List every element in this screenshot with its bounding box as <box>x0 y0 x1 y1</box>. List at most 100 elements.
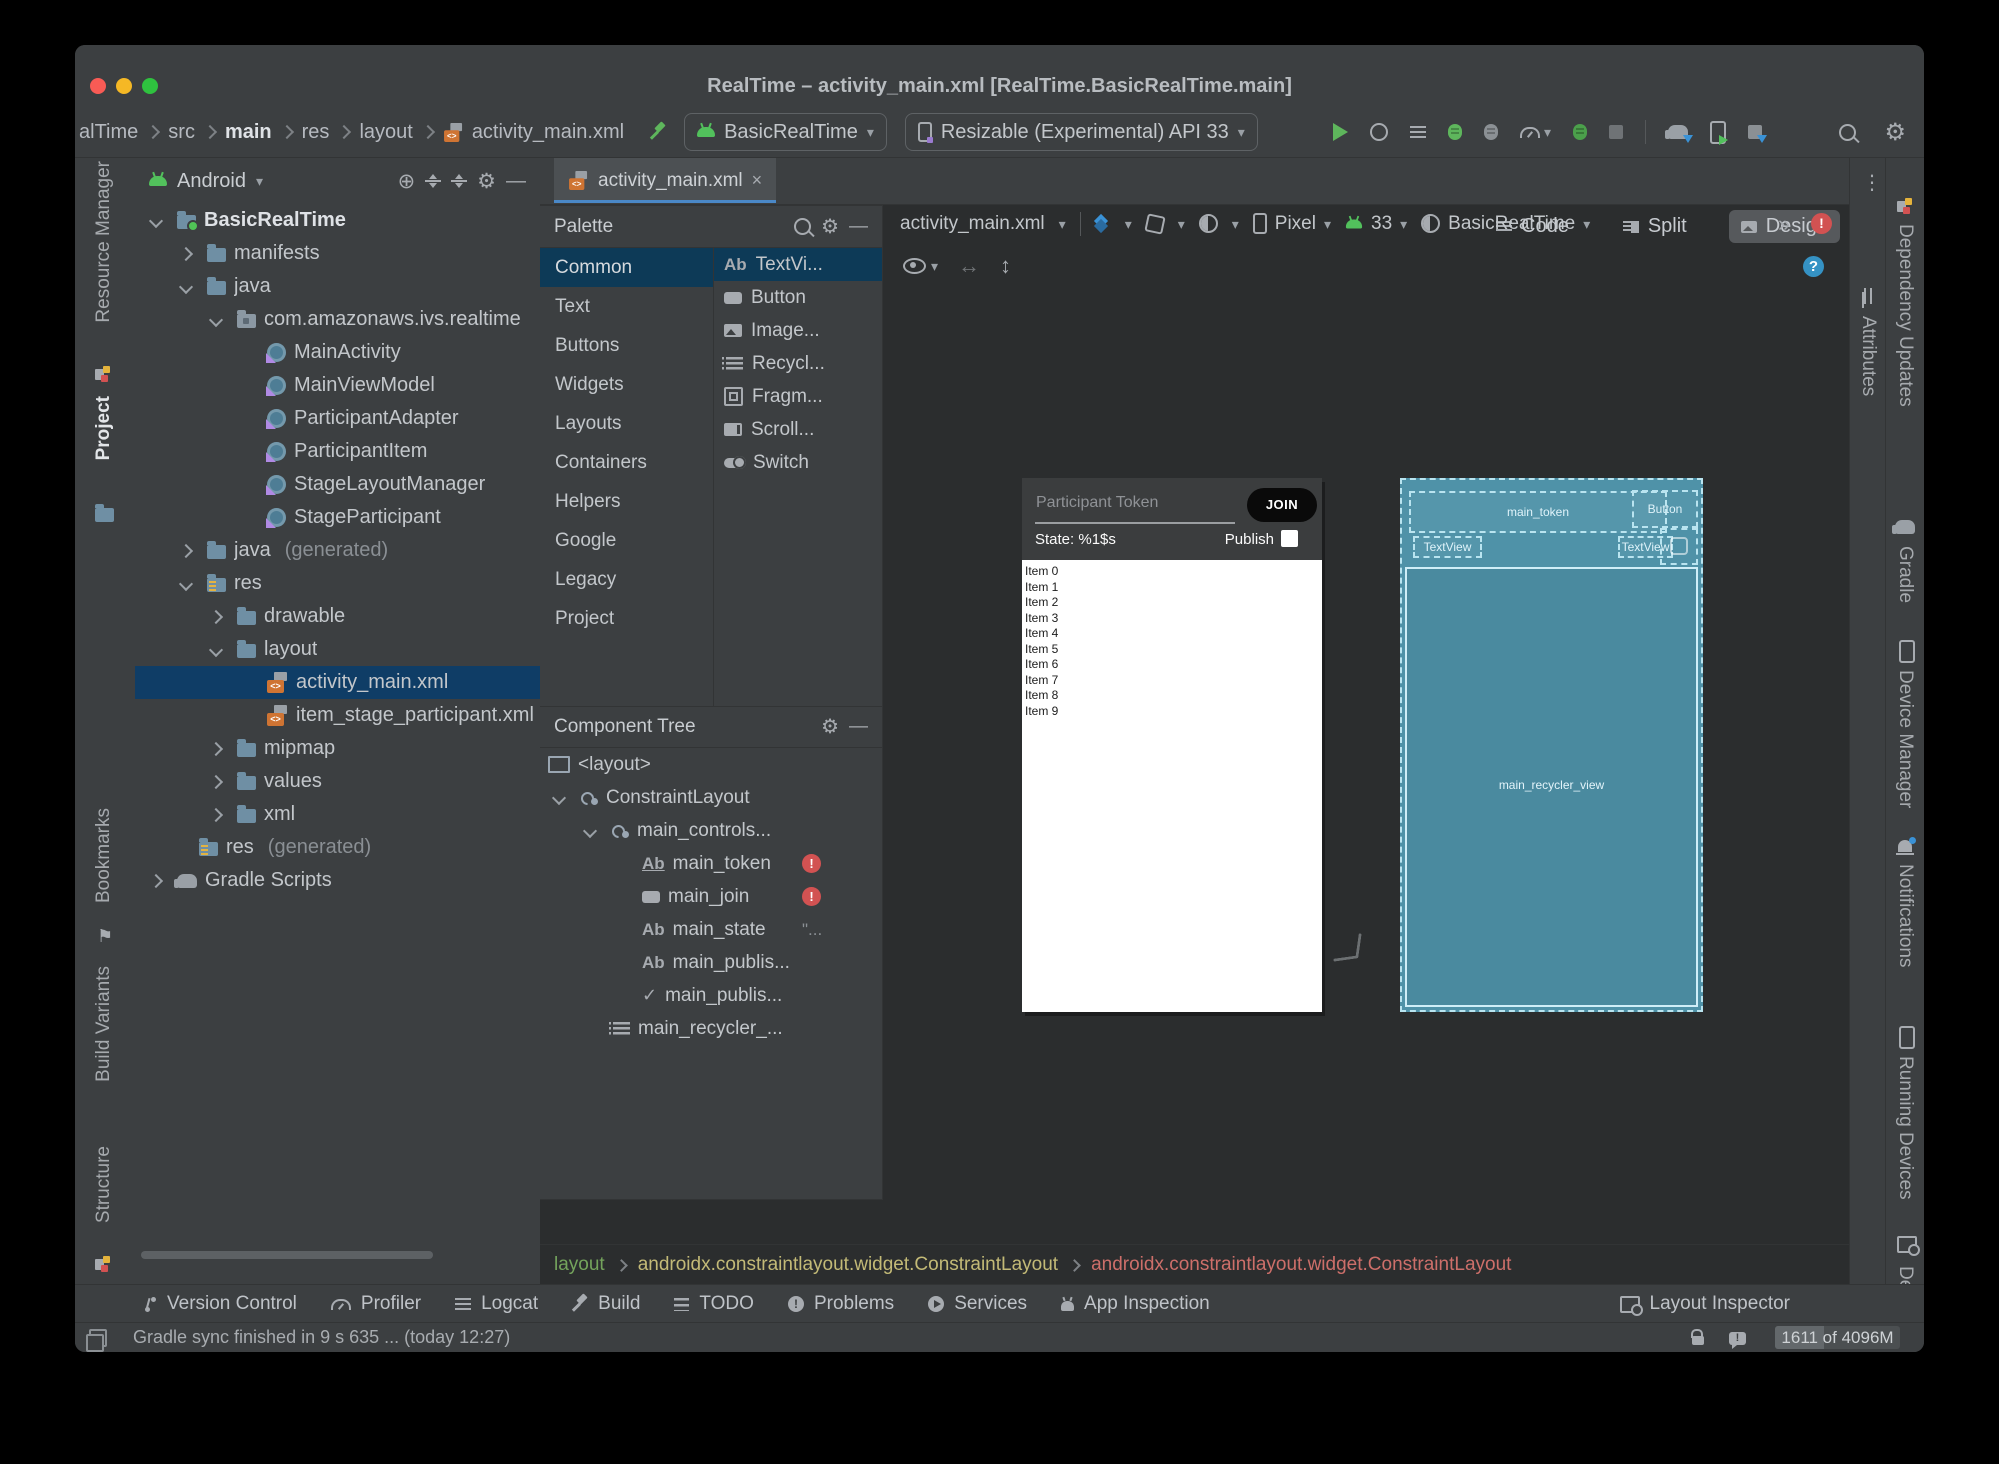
tree-row[interactable]: values <box>135 765 540 798</box>
palette-category-helpers[interactable]: Helpers <box>540 482 713 521</box>
palette-category-containers[interactable]: Containers <box>540 443 713 482</box>
palette-item-switch[interactable]: Switch <box>714 446 882 479</box>
tree-row[interactable]: BasicRealTime <box>135 204 540 237</box>
tree-row[interactable]: StageParticipant <box>135 501 540 534</box>
project-view-select[interactable]: Android <box>177 170 246 193</box>
expand-all-button[interactable] <box>425 174 442 188</box>
design-canvas[interactable]: Participant Token JOIN State: %1$s Publi… <box>883 287 1850 1245</box>
tree-row[interactable]: manifests <box>135 237 540 270</box>
tree-row[interactable]: ParticipantItem <box>135 435 540 468</box>
collapse-all-button[interactable] <box>451 174 467 188</box>
night-mode-icon[interactable] <box>1198 214 1218 233</box>
tool-todo[interactable]: TODO <box>674 1293 754 1315</box>
palette-item-imageview[interactable]: Image... <box>714 314 882 347</box>
palette-hide-button[interactable]: — <box>849 216 868 238</box>
tree-row[interactable]: <> item_stage_participant.xml <box>135 699 540 732</box>
tree-row[interactable]: MainViewModel <box>135 369 540 402</box>
blueprint-preview[interactable]: main_token Button TextView TextView main… <box>1400 478 1703 1012</box>
profiler-button[interactable]: ▾ <box>1520 125 1551 139</box>
tool-notifications[interactable]: Notifications <box>1894 864 1916 968</box>
apply-changes-button[interactable] <box>1410 126 1426 138</box>
breadcrumb-item[interactable]: alTime <box>79 121 138 144</box>
resize-handle[interactable] <box>1333 933 1362 962</box>
structure-icon[interactable] <box>95 1256 110 1271</box>
palette-search-button[interactable] <box>794 218 812 235</box>
palette-item-scrollview[interactable]: Scroll... <box>714 413 882 446</box>
design-file-select[interactable]: activity_main.xml <box>900 213 1045 235</box>
palette-category-buttons[interactable]: Buttons <box>540 326 713 365</box>
device-file-explorer-icon[interactable] <box>1897 1236 1920 1256</box>
orientation-icon[interactable] <box>1144 212 1166 235</box>
event-log-icon[interactable]: ! <box>1729 1332 1746 1349</box>
tree-row[interactable]: MainActivity <box>135 336 540 369</box>
rerun-button[interactable] <box>1370 123 1388 141</box>
kebab-menu-icon[interactable]: ⋮ <box>1862 170 1882 195</box>
gradle-icon[interactable] <box>1892 520 1915 534</box>
search-everywhere-button[interactable] <box>1839 123 1857 141</box>
hide-panel-button[interactable]: — <box>506 170 526 193</box>
overflow-actions-button[interactable]: » <box>1778 211 1790 237</box>
tool-attributes[interactable]: Attributes <box>1857 316 1879 396</box>
issue-badge[interactable]: ! <box>1811 213 1832 234</box>
blueprint-main-token[interactable]: main_token <box>1409 491 1667 533</box>
palette-category-text[interactable]: Text <box>540 287 713 326</box>
view-mode-icon[interactable] <box>1095 216 1111 232</box>
tree-row[interactable]: StageLayoutManager <box>135 468 540 501</box>
tree-row[interactable]: ParticipantAdapter <box>135 402 540 435</box>
breadcrumb-item[interactable]: activity_main.xml <box>472 121 624 144</box>
tree-row[interactable]: drawable <box>135 600 540 633</box>
tool-layout-inspector[interactable]: Layout Inspector <box>1619 1293 1790 1316</box>
status-message[interactable]: Gradle sync finished in 9 s 635 ... (tod… <box>133 1327 510 1348</box>
tool-profiler[interactable]: Profiler <box>330 1293 421 1315</box>
panel-settings-button[interactable]: ⚙ <box>477 169 496 194</box>
component-row[interactable]: Ab main_state "... <box>540 913 882 946</box>
run-configuration-select[interactable]: BasicRealTime ▾ <box>684 113 887 151</box>
tree-row-selected[interactable]: <> activity_main.xml <box>135 666 540 699</box>
running-devices-icon[interactable] <box>1899 1026 1915 1049</box>
component-row[interactable]: main_controls... <box>540 814 882 847</box>
device-manager-icon[interactable] <box>1899 640 1915 663</box>
palette-settings-button[interactable]: ⚙ <box>821 214 839 239</box>
device-picker[interactable]: Pixel ▾ <box>1252 213 1331 235</box>
component-row[interactable]: Ab main_publis... <box>540 946 882 979</box>
memory-indicator[interactable]: 1611 of 4096M <box>1775 1326 1900 1349</box>
close-tab-icon[interactable]: × <box>752 170 763 191</box>
tool-build-variants[interactable]: Build Variants <box>93 966 115 1082</box>
palette-category-layouts[interactable]: Layouts <box>540 404 713 443</box>
component-row[interactable]: <layout> <box>540 748 882 781</box>
tree-row[interactable]: xml <box>135 798 540 831</box>
tool-services[interactable]: Services <box>928 1293 1027 1315</box>
join-button[interactable]: JOIN <box>1247 488 1317 522</box>
publish-checkbox[interactable] <box>1281 530 1298 547</box>
tool-version-control[interactable]: Version Control <box>145 1293 297 1315</box>
build-hammer-icon[interactable] <box>650 124 666 140</box>
tree-row[interactable]: com.amazonaws.ivs.realtime <box>135 303 540 336</box>
component-row[interactable]: ✓ main_publis... <box>540 979 882 1012</box>
tree-row[interactable]: Gradle Scripts <box>135 864 540 897</box>
design-preview[interactable]: Participant Token JOIN State: %1$s Publi… <box>1022 478 1322 1012</box>
blueprint-recycler[interactable]: main_recycler_view <box>1405 567 1698 1007</box>
breadcrumb-item[interactable]: res <box>302 121 330 144</box>
tool-gradle[interactable]: Gradle <box>1894 546 1916 603</box>
project-folder-icon[interactable] <box>95 504 114 522</box>
resource-manager-icon[interactable] <box>95 366 110 381</box>
notifications-icon[interactable] <box>1896 837 1916 855</box>
blueprint-checkbox[interactable] <box>1660 528 1698 565</box>
tool-build[interactable]: Build <box>572 1293 640 1315</box>
settings-gear-button[interactable]: ⚙ <box>1884 118 1906 147</box>
tree-row[interactable]: res (generated) <box>135 831 540 864</box>
palette-item-textview[interactable]: Ab TextVi... <box>714 248 882 281</box>
tool-structure[interactable]: Structure <box>93 1146 115 1223</box>
breadcrumb-item[interactable]: layout <box>359 121 412 144</box>
tree-row[interactable]: res <box>135 567 540 600</box>
tool-resource-manager[interactable]: Resource Manager <box>93 161 115 323</box>
tree-row[interactable]: java <box>135 270 540 303</box>
crumb-layout[interactable]: layout <box>554 1254 605 1276</box>
tool-logcat[interactable]: Logcat <box>455 1293 538 1315</box>
help-button[interactable]: ? <box>1803 255 1824 277</box>
device-manager-button[interactable] <box>1710 120 1729 145</box>
debug-button[interactable] <box>1448 124 1462 140</box>
theme-picker[interactable]: BasicRealTime ▾ <box>1421 213 1590 235</box>
tool-project[interactable]: Project <box>93 396 115 460</box>
tool-problems[interactable]: ! Problems <box>787 1293 894 1315</box>
